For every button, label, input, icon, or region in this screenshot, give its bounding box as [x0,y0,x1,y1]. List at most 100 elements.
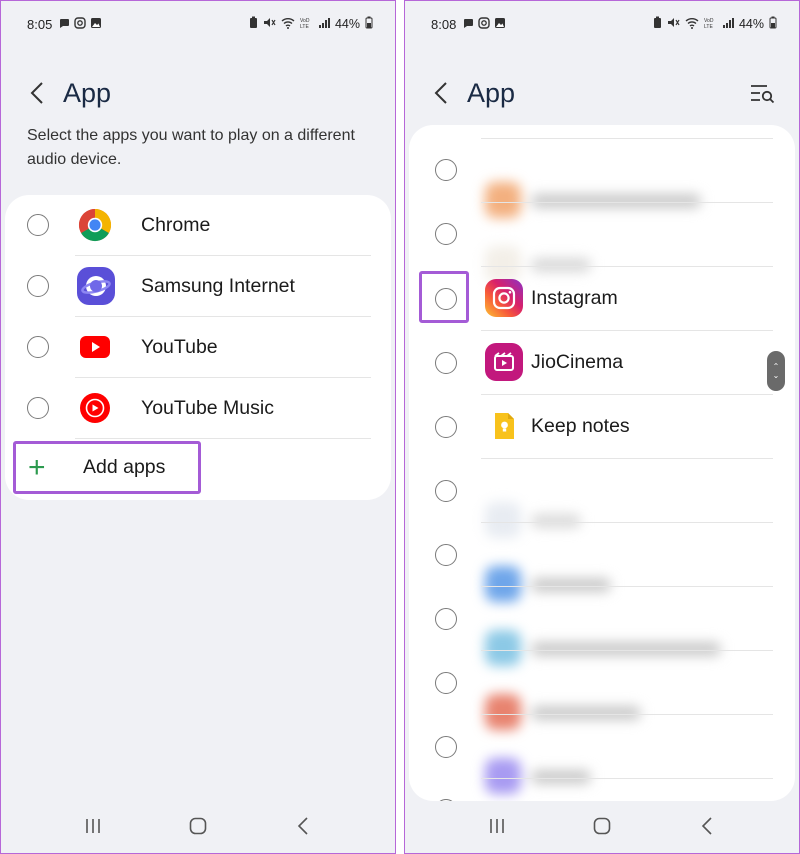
add-apps-label: Add apps [83,456,166,478]
gallery-status-icon [90,17,102,32]
list-item[interactable] [409,587,795,666]
volte-icon: VoD LTE [704,17,717,32]
wifi-icon [281,17,295,32]
battery-saver-icon [653,16,662,32]
battery-percent: 44% [738,17,764,31]
app-radio[interactable] [435,416,457,438]
selection-highlight [419,271,469,323]
list-item[interactable] [409,779,795,801]
wifi-icon [685,17,699,32]
status-time: 8:08 [431,16,457,32]
svg-text:LTE: LTE [704,24,713,29]
list-item[interactable] [409,139,795,218]
app-radio[interactable] [27,214,49,236]
recent-apps-icon [86,819,101,833]
home-icon [593,817,611,835]
app-label: Samsung Internet [141,275,295,297]
mute-icon [263,16,276,32]
list-item[interactable]: Keep notes [409,395,795,456]
page-title: App [63,77,112,108]
list-item[interactable] [409,203,795,282]
message-icon [58,17,70,32]
list-item[interactable] [409,651,795,730]
app-label: YouTube Music [141,397,274,419]
app-radio[interactable] [435,736,457,758]
nav-back-icon [297,817,308,835]
status-right-icons: VoD LTE 44% [653,16,777,32]
signal-icon [318,17,330,32]
recent-apps-button[interactable] [477,806,517,846]
keep-notes-icon [485,407,523,445]
nav-back-button[interactable] [283,806,323,846]
youtube-music-icon [77,390,113,426]
app-label: Chrome [141,214,211,236]
back-button[interactable] [427,73,455,113]
app-label: JioCinema [531,351,624,373]
app-radio[interactable] [435,672,457,694]
chevron-left-icon [434,82,447,104]
recent-apps-icon [490,819,505,833]
youtube-icon [77,329,113,365]
svg-text:LTE: LTE [300,24,309,29]
instagram-status-icon [478,16,491,32]
left-screen: 8:05 VoD LTE 44% App Select the apps you … [0,0,396,854]
divider [481,138,773,139]
app-radio[interactable] [27,275,49,297]
chrome-icon [77,207,113,243]
instagram-status-icon [74,16,87,32]
list-item[interactable]: YouTube Music [5,378,391,439]
volte-icon: VoD LTE [300,17,313,32]
signal-icon [722,17,734,32]
app-header: App [1,71,395,115]
jiocinema-icon [485,343,523,381]
battery-saver-icon [249,16,258,32]
list-item[interactable]: Chrome [5,195,391,256]
chevron-down-icon: ⌄ [772,371,780,380]
list-item[interactable]: Samsung Internet [5,256,391,317]
app-radio[interactable] [435,159,457,181]
list-item[interactable]: YouTube [5,317,391,378]
add-apps-button[interactable]: + Add apps [13,441,201,494]
navigation-bar [405,799,799,853]
app-radio[interactable] [435,608,457,630]
app-radio[interactable] [435,544,457,566]
search-list-button[interactable] [747,78,777,108]
home-button[interactable] [582,806,622,846]
status-right-icons: VoD LTE 44% [249,16,373,32]
scroll-handle[interactable]: ⌃ ⌄ [767,351,785,391]
list-item[interactable]: JioCinema [409,331,795,392]
app-list-card: Instagram JioCinema Keep notes ⌃ ⌄ [409,125,795,801]
status-bar: 8:08 VoD LTE 44% [405,1,799,47]
app-radio[interactable] [435,223,457,245]
home-button[interactable] [178,806,218,846]
recent-apps-button[interactable] [73,806,113,846]
app-label: Instagram [531,287,618,309]
back-button[interactable] [23,73,51,113]
app-radio[interactable] [27,397,49,419]
gallery-status-icon [494,17,506,32]
right-screen: 8:08 VoD LTE 44% App Instagram JioCinema… [404,0,800,854]
list-item[interactable] [409,523,795,602]
app-header: App [405,71,799,115]
home-icon [189,817,207,835]
page-description: Select the apps you want to play on a di… [27,127,355,168]
app-radio[interactable] [435,352,457,374]
status-bar: 8:05 VoD LTE 44% [1,1,395,47]
nav-back-button[interactable] [687,806,727,846]
divider [75,438,371,439]
search-list-icon [751,85,775,104]
nav-back-icon [701,817,712,835]
list-item[interactable] [409,459,795,538]
battery-icon [769,16,777,32]
page-title: App [467,77,516,108]
app-list-card: Chrome Samsung Internet YouTube YouTube … [5,195,391,500]
app-radio[interactable] [27,336,49,358]
app-label: Keep notes [531,415,630,437]
mute-icon [667,16,680,32]
app-label: YouTube [141,336,218,358]
app-radio[interactable] [435,480,457,502]
battery-icon [365,16,373,32]
list-item[interactable] [409,715,795,794]
chevron-left-icon [30,82,43,104]
plus-icon: + [28,451,46,484]
